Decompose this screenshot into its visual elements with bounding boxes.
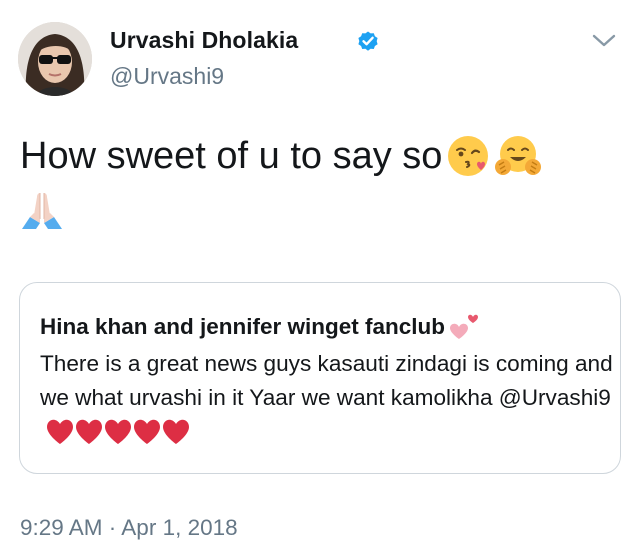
folded-hands-icon: [20, 189, 64, 231]
tweet-text-line: How sweet of u to say so: [20, 135, 443, 177]
hugging-face-icon: [494, 134, 542, 178]
red-heart-icon: [163, 419, 189, 444]
red-heart-icon: [76, 419, 102, 444]
profile-photo-icon: [18, 22, 92, 96]
quoted-tweet-author[interactable]: Hina khan and jennifer winget fanclub: [40, 312, 482, 346]
avatar[interactable]: [18, 22, 92, 96]
user-handle[interactable]: @Urvashi9: [110, 63, 224, 90]
red-heart-icon: [47, 419, 73, 444]
quoted-tweet-card[interactable]: Hina khan and jennifer winget fanclub Th…: [19, 282, 621, 474]
chevron-down-icon[interactable]: [591, 32, 617, 50]
tweet-timestamp[interactable]: 9:29 AM · Apr 1, 2018: [20, 515, 238, 541]
revolving-hearts-icon: [446, 312, 482, 346]
red-heart-icon: [105, 419, 131, 444]
tweet-text: How sweet of u to say so: [20, 130, 620, 236]
quoted-tweet-text: There is a great news guys kasauti zinda…: [40, 347, 615, 455]
verified-badge-icon: [356, 29, 380, 53]
quoted-tweet-body: There is a great news guys kasauti zinda…: [40, 351, 613, 410]
red-hearts-group: [46, 419, 191, 455]
red-heart-icon: [134, 419, 160, 444]
quoted-tweet-author-name: Hina khan and jennifer winget fanclub: [40, 314, 446, 339]
display-name[interactable]: Urvashi Dholakia: [110, 27, 298, 54]
face-blowing-kiss-icon: [446, 134, 490, 178]
